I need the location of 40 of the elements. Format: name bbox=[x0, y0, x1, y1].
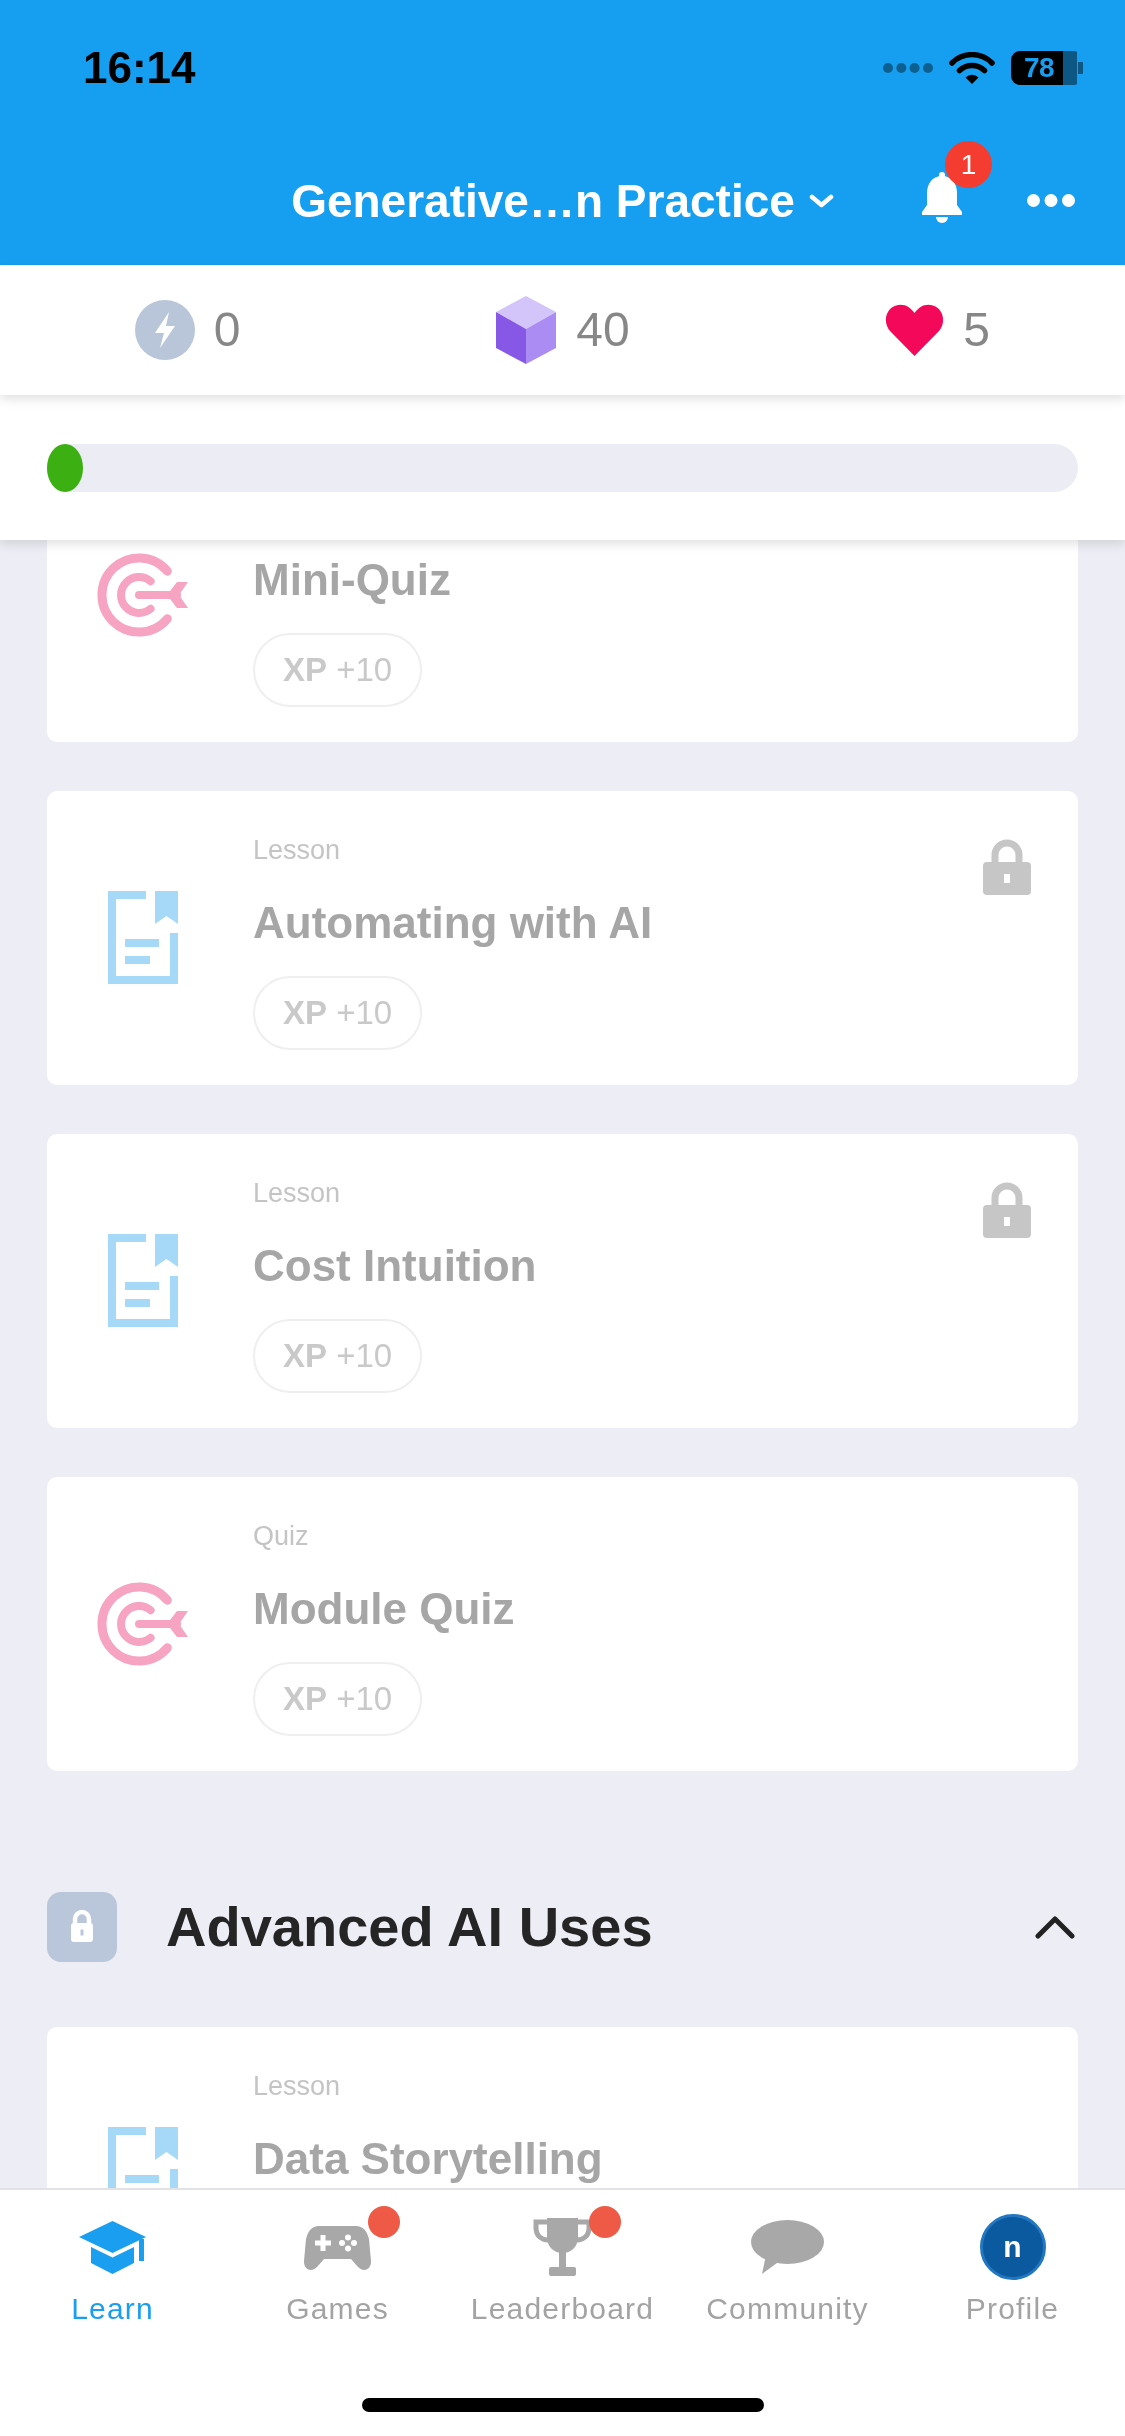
battery-indicator: 78 bbox=[1011, 51, 1083, 85]
lesson-title: Module Quiz bbox=[253, 1587, 515, 1631]
stat-value: 5 bbox=[963, 306, 990, 354]
signal-icon bbox=[883, 63, 933, 73]
tab-button[interactable]: n Profile bbox=[900, 2202, 1125, 2326]
lesson-title: Data Storytelling bbox=[253, 2137, 603, 2181]
lesson-title: Automating with AI bbox=[253, 901, 653, 945]
target-icon bbox=[97, 553, 189, 637]
lesson-type: Lesson bbox=[253, 2070, 341, 2103]
stat-value: 0 bbox=[213, 306, 241, 354]
course-title-button[interactable]: Generative…n Practice bbox=[291, 173, 834, 228]
heart-icon bbox=[885, 304, 945, 356]
more-icon[interactable] bbox=[1027, 194, 1075, 207]
lesson-type: Lesson bbox=[253, 1177, 341, 1210]
lesson-title: Cost Intuition bbox=[253, 1244, 537, 1288]
cube-icon bbox=[495, 295, 558, 365]
tab-button[interactable]: Community bbox=[675, 2202, 900, 2326]
notification-badge: 1 bbox=[945, 141, 992, 188]
chevron-up-icon[interactable] bbox=[1035, 1915, 1075, 1939]
tab-button[interactable]: Learn bbox=[0, 2202, 225, 2326]
section-title: Advanced AI Uses bbox=[166, 1894, 653, 1960]
lesson-card[interactable]: Lesson Data Storytelling bbox=[47, 2027, 1078, 2188]
stat-value: 40 bbox=[576, 306, 630, 354]
chevron-down-icon bbox=[808, 193, 834, 208]
tab-button[interactable]: Leaderboard bbox=[450, 2202, 675, 2326]
wifi-icon bbox=[949, 51, 995, 85]
avatar: n bbox=[979, 2214, 1046, 2280]
lesson-type: Quiz bbox=[253, 1520, 309, 1553]
speech-bubble-icon bbox=[751, 2220, 824, 2274]
trophy-icon bbox=[533, 2217, 592, 2277]
document-icon bbox=[108, 1234, 178, 1327]
tab-button[interactable]: Games bbox=[225, 2202, 450, 2326]
lightning-icon bbox=[134, 300, 195, 360]
lesson-title: Mini-Quiz bbox=[253, 558, 451, 602]
lesson-type: Lesson bbox=[253, 834, 341, 867]
target-icon bbox=[97, 1582, 189, 1666]
notifications-button[interactable]: 1 bbox=[918, 141, 992, 224]
graduation-cap-icon bbox=[78, 2219, 147, 2275]
document-icon bbox=[108, 891, 178, 984]
status-time: 16:14 bbox=[83, 46, 196, 90]
